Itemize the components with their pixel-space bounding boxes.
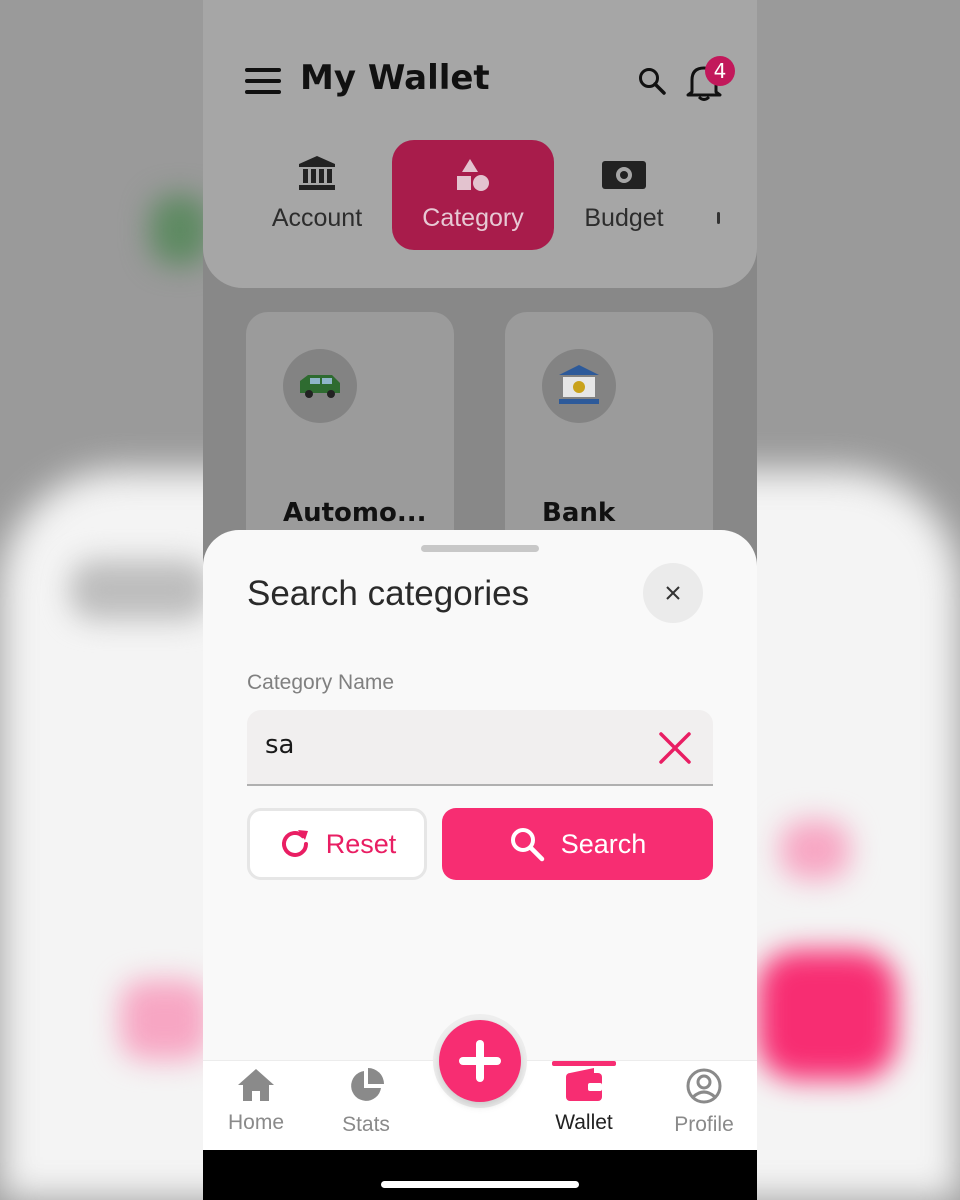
backdrop-blob — [757, 950, 897, 1080]
nav-label: Stats — [342, 1113, 390, 1136]
profile-icon — [686, 1068, 722, 1104]
tab-label: Budget — [584, 204, 664, 232]
app-header: My Wallet 4 Account Category Budget — [203, 0, 757, 288]
notification-badge: 4 — [705, 56, 735, 86]
sheet-title: Search categories — [247, 574, 530, 613]
plus-icon — [459, 1040, 501, 1082]
close-icon — [666, 586, 680, 600]
tab-label: Category — [422, 204, 524, 232]
tab-overflow-hint — [717, 212, 720, 224]
nav-stats[interactable]: Stats — [311, 1067, 421, 1137]
tab-budget[interactable]: Budget — [569, 140, 679, 250]
menu-icon[interactable] — [245, 68, 281, 96]
nav-home[interactable]: Home — [203, 1067, 311, 1135]
category-name-field[interactable] — [247, 710, 713, 786]
clear-input-icon[interactable] — [657, 730, 693, 766]
refresh-icon — [281, 830, 308, 857]
active-indicator — [552, 1061, 616, 1066]
nav-wallet[interactable]: Wallet — [529, 1067, 639, 1135]
nav-profile[interactable]: Profile — [649, 1067, 757, 1137]
category-name-input[interactable] — [265, 730, 625, 760]
home-indicator[interactable] — [381, 1181, 579, 1188]
search-button[interactable]: Search — [442, 808, 713, 880]
tab-category[interactable]: Category — [392, 140, 554, 250]
category-icon-circle — [542, 349, 616, 423]
shapes-icon — [392, 140, 554, 192]
category-icon-circle — [283, 349, 357, 423]
backdrop-blob — [120, 980, 210, 1060]
cash-icon — [569, 140, 679, 192]
search-icon[interactable] — [637, 66, 667, 96]
home-icon — [238, 1069, 274, 1101]
category-name: Bank — [542, 498, 616, 528]
system-bar — [203, 1150, 757, 1200]
drag-handle[interactable] — [421, 545, 539, 552]
tab-account[interactable]: Account — [257, 140, 377, 250]
page-title: My Wallet — [300, 58, 490, 98]
wallet-icon — [566, 1068, 602, 1101]
category-name-label: Category Name — [247, 671, 395, 694]
reset-label: Reset — [325, 828, 397, 859]
category-name: Automo... — [283, 498, 427, 528]
backdrop-blob — [70, 560, 210, 620]
search-label: Search — [560, 828, 647, 859]
add-button[interactable] — [439, 1020, 521, 1102]
nav-label: Profile — [674, 1113, 734, 1136]
reset-button[interactable]: Reset — [247, 808, 427, 880]
pie-chart-icon — [351, 1068, 384, 1101]
backdrop-blob — [150, 195, 210, 265]
bank-building-icon — [559, 365, 599, 404]
tab-label: Account — [271, 204, 363, 232]
close-button[interactable] — [643, 563, 703, 623]
nav-label: Home — [227, 1111, 285, 1134]
nav-label: Wallet — [555, 1111, 613, 1134]
phone-screen: My Wallet 4 Account Category Budget Auto… — [203, 0, 757, 1200]
search-icon — [510, 828, 544, 862]
backdrop-blob — [780, 820, 850, 880]
car-icon — [300, 375, 340, 398]
bank-icon — [257, 140, 377, 192]
